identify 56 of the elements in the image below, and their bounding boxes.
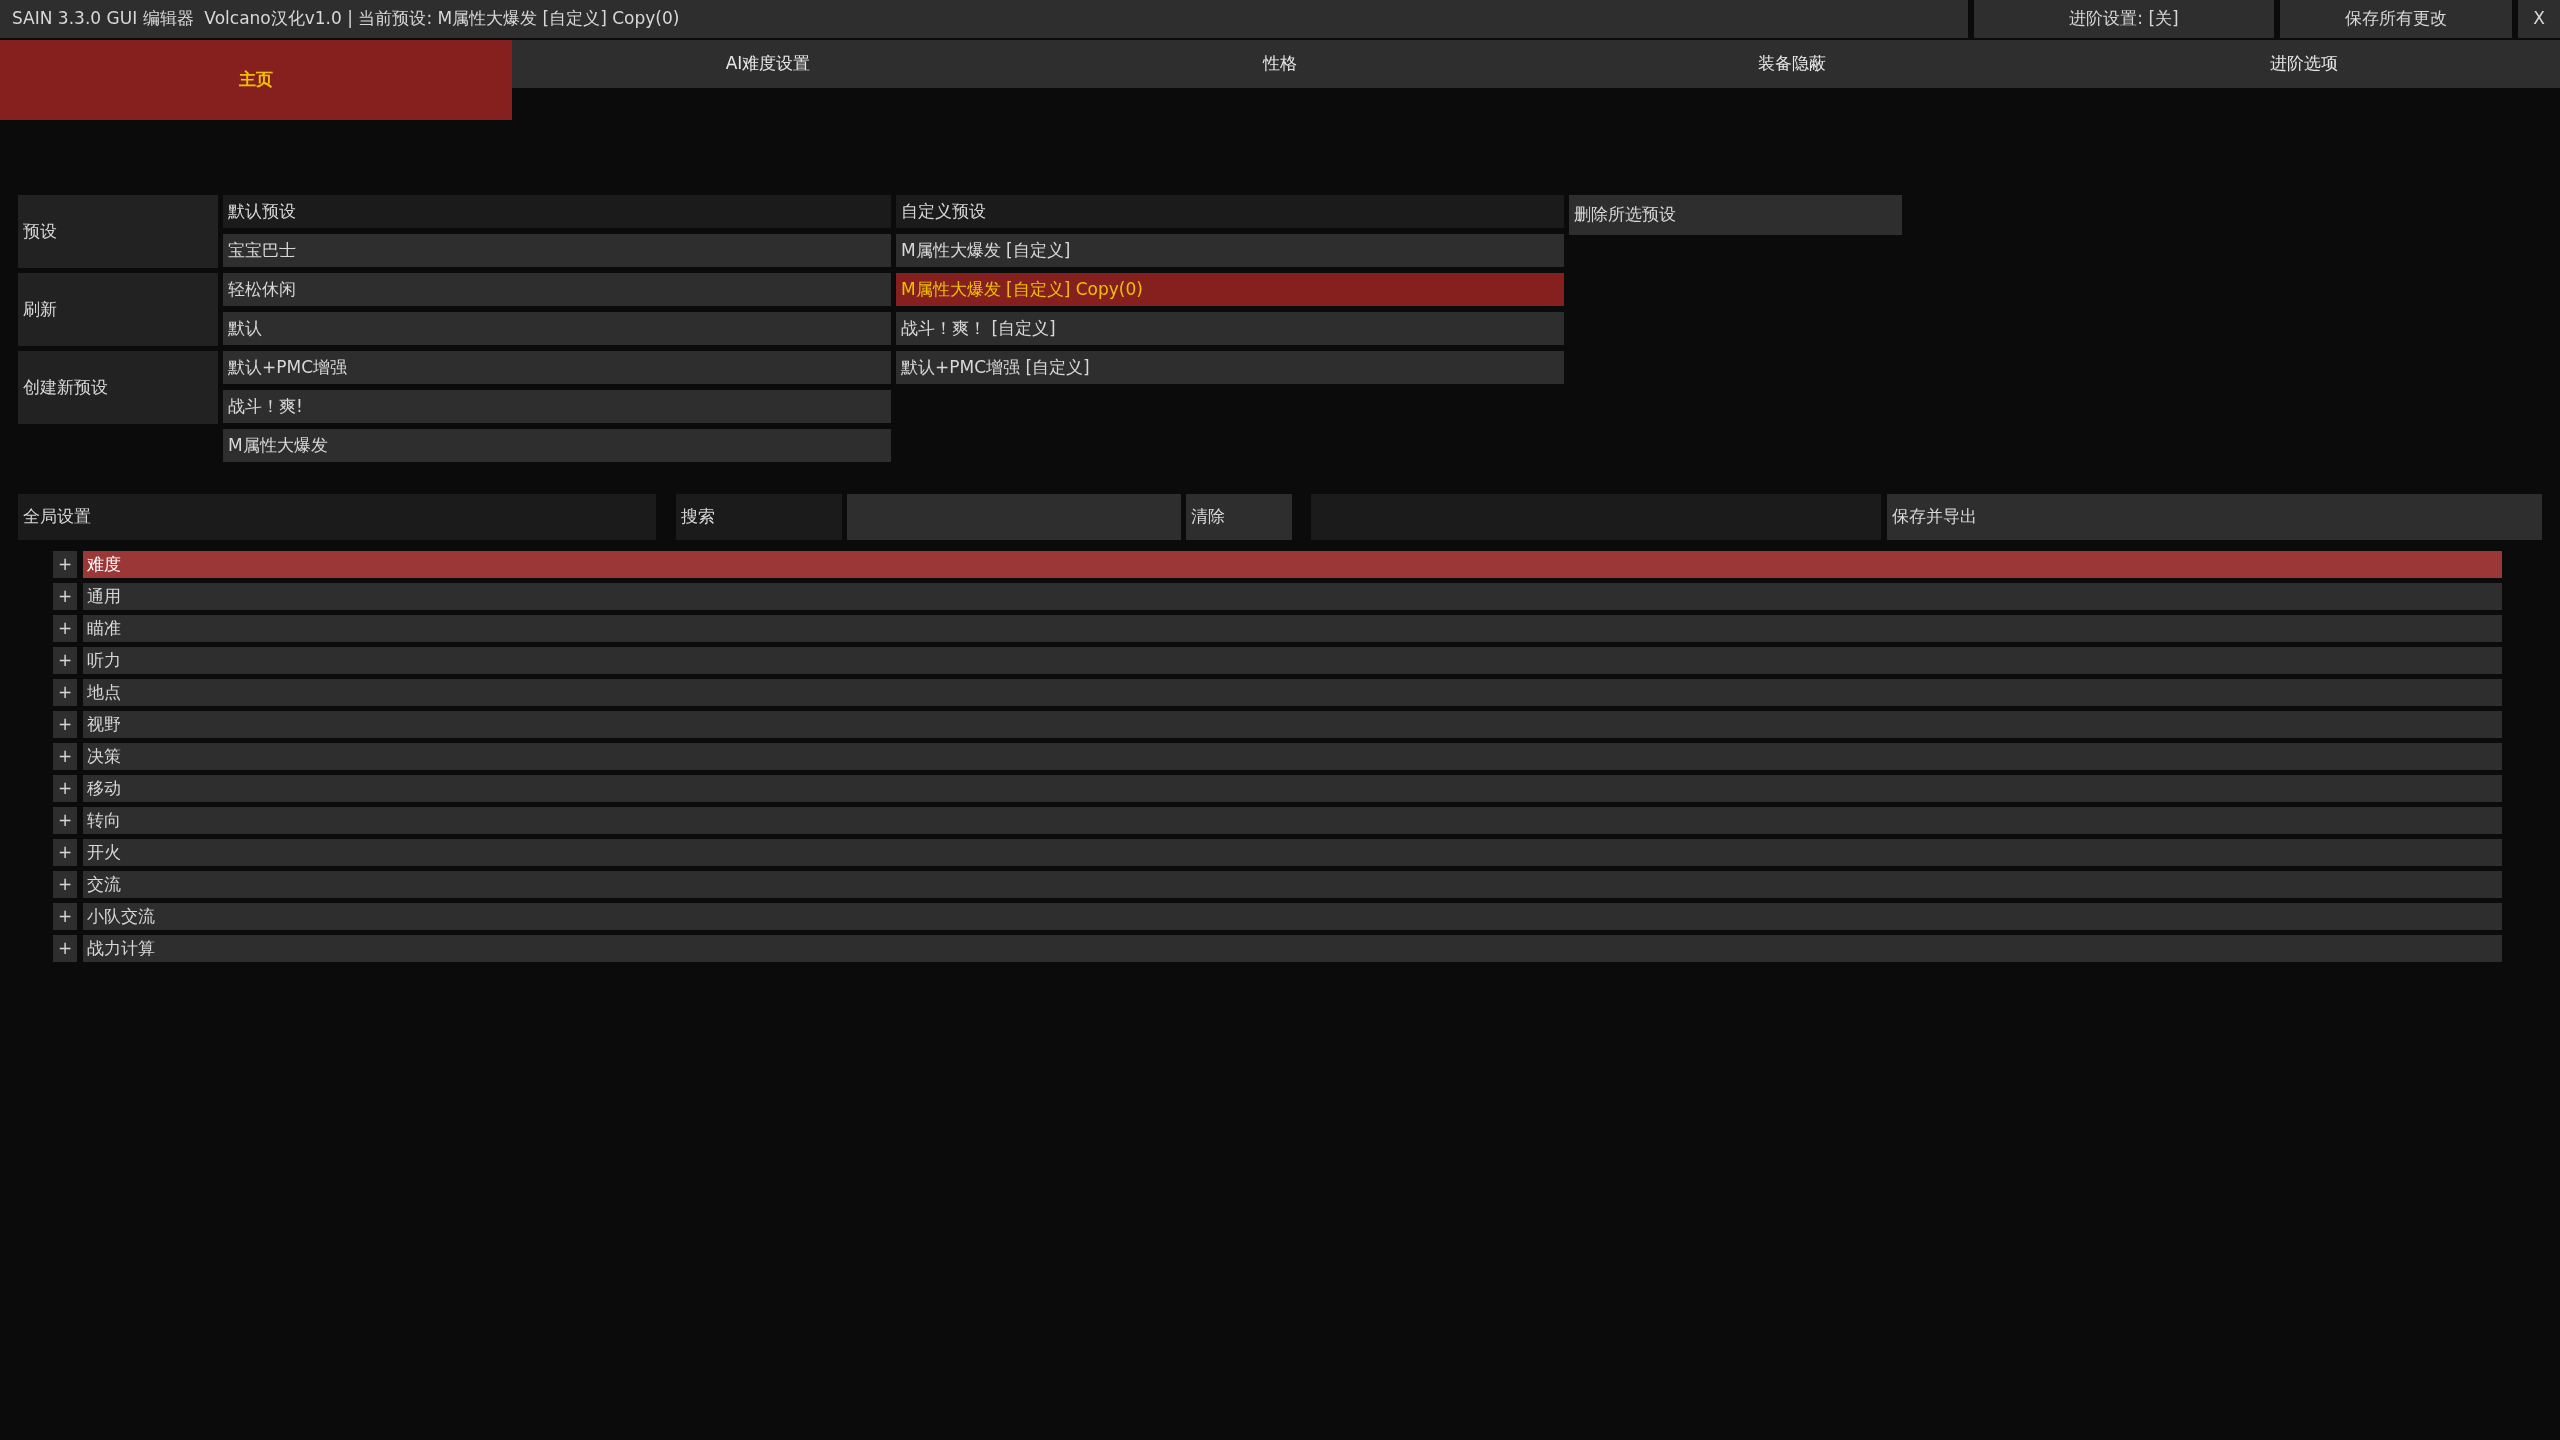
expand-toggle[interactable]: + bbox=[53, 871, 77, 898]
preset-action-button[interactable]: 预设 bbox=[18, 195, 218, 268]
toolbar-button[interactable]: 进阶设置: [关] bbox=[1974, 0, 2274, 38]
expand-toggle[interactable]: + bbox=[53, 711, 77, 738]
window-title: SAIN 3.3.0 GUI 编辑器 Volcano汉化v1.0 | 当前预设: M属性大爆发 [自定义] Copy(0) bbox=[0, 0, 1968, 38]
tab[interactable]: 主页 bbox=[0, 40, 512, 120]
expand-toggle[interactable]: + bbox=[53, 647, 77, 674]
close-button[interactable]: X bbox=[2518, 0, 2560, 38]
preset-item[interactable]: 默认+PMC增强 bbox=[223, 351, 891, 384]
tab[interactable]: 装备隐蔽 bbox=[1536, 40, 2048, 88]
preset-item[interactable]: 默认+PMC增强 [自定义] bbox=[896, 351, 1564, 384]
preset-item[interactable]: 战斗！爽！ [自定义] bbox=[896, 312, 1564, 345]
preset-item[interactable]: M属性大爆发 [自定义] Copy(0) bbox=[896, 273, 1564, 306]
toolbar-button[interactable]: 保存所有更改 bbox=[2280, 0, 2512, 38]
preset-list-header: 默认预设 bbox=[223, 195, 891, 228]
category-row[interactable]: 交流 bbox=[83, 871, 2502, 898]
delete-preset-button[interactable]: 删除所选预设 bbox=[1569, 195, 1902, 235]
expand-toggle[interactable]: + bbox=[53, 583, 77, 610]
global-settings-label: 全局设置 bbox=[18, 494, 656, 540]
preset-item[interactable]: M属性大爆发 bbox=[223, 429, 891, 462]
expand-toggle[interactable]: + bbox=[53, 935, 77, 962]
tab[interactable]: 性格 bbox=[1024, 40, 1536, 88]
preset-item[interactable]: 默认 bbox=[223, 312, 891, 345]
category-row[interactable]: 开火 bbox=[83, 839, 2502, 866]
expand-toggle[interactable]: + bbox=[53, 807, 77, 834]
preset-item[interactable]: M属性大爆发 [自定义] bbox=[896, 234, 1564, 267]
preset-item[interactable]: 宝宝巴士 bbox=[223, 234, 891, 267]
clear-button[interactable]: 清除 bbox=[1186, 494, 1292, 540]
category-row[interactable]: 难度 bbox=[83, 551, 2502, 578]
expand-toggle[interactable]: + bbox=[53, 775, 77, 802]
category-row[interactable]: 地点 bbox=[83, 679, 2502, 706]
category-row[interactable]: 小队交流 bbox=[83, 903, 2502, 930]
tab[interactable]: 进阶选项 bbox=[2048, 40, 2560, 88]
category-row[interactable]: 转向 bbox=[83, 807, 2502, 834]
category-row[interactable]: 瞄准 bbox=[83, 615, 2502, 642]
category-row[interactable]: 通用 bbox=[83, 583, 2502, 610]
expand-toggle[interactable]: + bbox=[53, 903, 77, 930]
expand-toggle[interactable]: + bbox=[53, 551, 77, 578]
category-row[interactable]: 视野 bbox=[83, 711, 2502, 738]
search-label: 搜索 bbox=[676, 494, 842, 540]
preset-action-button[interactable]: 创建新预设 bbox=[18, 351, 218, 424]
expand-toggle[interactable]: + bbox=[53, 615, 77, 642]
category-row[interactable]: 移动 bbox=[83, 775, 2502, 802]
preset-action-button[interactable]: 刷新 bbox=[18, 273, 218, 346]
search-field[interactable] bbox=[847, 494, 1181, 540]
category-row[interactable]: 听力 bbox=[83, 647, 2502, 674]
save-export-button[interactable]: 保存并导出 bbox=[1887, 494, 2542, 540]
category-row[interactable]: 决策 bbox=[83, 743, 2502, 770]
tab[interactable]: AI难度设置 bbox=[512, 40, 1024, 88]
preset-item[interactable]: 战斗！爽! bbox=[223, 390, 891, 423]
preset-list-header: 自定义预设 bbox=[896, 195, 1564, 228]
expand-toggle[interactable]: + bbox=[53, 679, 77, 706]
expand-toggle[interactable]: + bbox=[53, 743, 77, 770]
preset-item[interactable]: 轻松休闲 bbox=[223, 273, 891, 306]
expand-toggle[interactable]: + bbox=[53, 839, 77, 866]
category-row[interactable]: 战力计算 bbox=[83, 935, 2502, 962]
